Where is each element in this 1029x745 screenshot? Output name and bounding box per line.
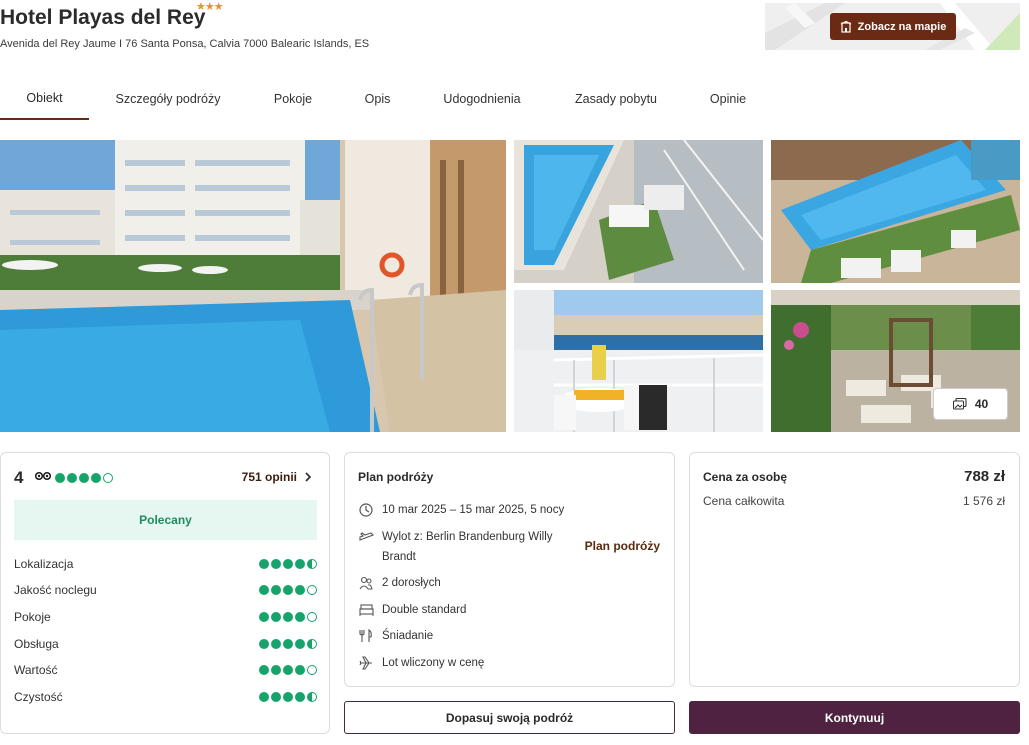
plan-room-row: Double standard xyxy=(358,600,466,620)
criterion-label: Wartość xyxy=(14,663,58,677)
rating-bubble-icon xyxy=(55,473,65,483)
tab-description[interactable]: Opis xyxy=(350,78,405,120)
tab-stay-rules[interactable]: Zasady pobytu xyxy=(560,78,672,120)
map-thumbnail[interactable]: Zobacz na mapie xyxy=(765,3,1020,50)
criterion-label: Jakość noclegu xyxy=(14,583,97,597)
hotel-stars: ★★★ xyxy=(196,1,224,13)
calendar-plane-icon xyxy=(359,503,373,517)
photo-count-label: 40 xyxy=(974,397,989,411)
hotel-header: Hotel Playas del Rey ★★★ Avenida del Rey… xyxy=(0,0,1029,60)
plan-room: Double standard xyxy=(382,604,467,616)
rating-score: 4 xyxy=(14,468,24,487)
criterion-row: Czystość xyxy=(14,687,317,707)
rating-bubble-icon xyxy=(103,473,113,483)
plan-departure-line2: Brandt xyxy=(382,551,416,563)
criterion-row: Wartość xyxy=(14,660,317,680)
travel-plan-link[interactable]: Plan podróży xyxy=(585,539,660,553)
rating-card: 4 751 opinii Polecany Lokalizacja Jakość… xyxy=(0,452,330,734)
cutlery-icon xyxy=(359,629,372,642)
plane-departure-icon xyxy=(358,532,374,541)
plan-board-row: Śniadanie xyxy=(358,626,433,646)
recommended-badge: Polecany xyxy=(14,500,317,540)
criterion-bubbles xyxy=(259,559,317,569)
price-total-label: Cena całkowita xyxy=(703,494,785,508)
pool-aerial-photo-1[interactable] xyxy=(514,140,763,283)
criterion-bubbles xyxy=(259,612,317,622)
continue-button[interactable]: Kontynuuj xyxy=(689,701,1020,734)
reviews-link[interactable]: 751 opinii xyxy=(242,470,311,484)
show-on-map-button[interactable]: Zobacz na mapie xyxy=(830,13,956,40)
photos-icon xyxy=(952,398,967,410)
photo-gallery: 40 xyxy=(0,140,1020,432)
price-per-person-value: 788 zł xyxy=(964,468,1005,485)
all-photos-button[interactable]: 40 xyxy=(933,388,1008,420)
criterion-row: Pokoje xyxy=(14,607,317,627)
plan-dates: 10 mar 2025 – 15 mar 2025, 5 nocy xyxy=(382,504,565,516)
hotel-name: Hotel Playas del Rey xyxy=(0,6,206,29)
guests-icon xyxy=(359,576,373,590)
garden-terrace-photo[interactable]: 40 xyxy=(771,290,1020,432)
criterion-row: Jakość noclegu xyxy=(14,580,317,600)
plan-dates-row: 10 mar 2025 – 15 mar 2025, 5 nocy xyxy=(358,500,564,520)
price-per-person-label: Cena za osobę xyxy=(703,470,788,484)
criterion-label: Lokalizacja xyxy=(14,557,74,571)
travel-plan-title: Plan podróży xyxy=(358,470,434,484)
plan-departure-row: Wylot z: Berlin Brandenburg Willy Brandt xyxy=(358,527,553,567)
show-on-map-label: Zobacz na mapie xyxy=(857,20,947,33)
hotel-building-icon xyxy=(840,20,851,33)
criterion-bubbles xyxy=(259,585,317,595)
plan-flight-row: Lot wliczony w cenę xyxy=(358,653,484,673)
travel-plan-card: Plan podróży Plan podróży 10 mar 2025 – … xyxy=(344,452,675,687)
price-card: Cena za osobę 788 zł Cena całkowita 1 57… xyxy=(689,452,1020,687)
pool-aerial-photo-2[interactable] xyxy=(771,140,1020,283)
hotel-tabs: Obiekt Szczegóły podróży Pokoje Opis Udo… xyxy=(0,78,770,120)
main-hotel-photo[interactable] xyxy=(0,140,506,432)
price-total-value: 1 576 zł xyxy=(962,494,1005,508)
plan-board: Śniadanie xyxy=(382,630,434,642)
plan-departure-line1: Wylot z: Berlin Brandenburg Willy xyxy=(382,531,553,543)
criterion-bubbles xyxy=(259,665,317,675)
plan-guests-row: 2 dorosłych xyxy=(358,573,441,593)
tab-rooms[interactable]: Pokoje xyxy=(260,78,326,120)
plan-flight: Lot wliczony w cenę xyxy=(382,657,485,669)
tripadvisor-icon xyxy=(35,471,51,481)
balcony-sea-view-photo[interactable] xyxy=(514,290,763,432)
reviews-count: 751 opinii xyxy=(241,470,297,484)
tab-obiekt[interactable]: Obiekt xyxy=(0,78,89,120)
criterion-row: Lokalizacja xyxy=(14,554,317,574)
tab-reviews[interactable]: Opinie xyxy=(696,78,760,120)
overall-rating-bubbles xyxy=(55,473,113,483)
tab-travel-details[interactable]: Szczegóły podróży xyxy=(100,78,236,120)
criterion-row: Obsługa xyxy=(14,634,317,654)
criterion-label: Czystość xyxy=(14,690,63,704)
rating-bubble-icon xyxy=(79,473,89,483)
plan-guests: 2 dorosłych xyxy=(382,577,441,589)
customize-trip-button[interactable]: Dopasuj swoją podróż xyxy=(344,701,675,734)
plane-icon xyxy=(359,656,372,670)
criterion-bubbles xyxy=(259,639,317,649)
criterion-label: Pokoje xyxy=(14,610,51,624)
hotel-address: Avenida del Rey Jaume I 76 Santa Ponsa, … xyxy=(0,38,370,50)
criterion-bubbles xyxy=(259,692,317,702)
rating-bubble-icon xyxy=(91,473,101,483)
rating-bubble-icon xyxy=(67,473,77,483)
chevron-right-icon xyxy=(305,472,311,482)
tab-amenities[interactable]: Udogodnienia xyxy=(428,78,536,120)
bed-icon xyxy=(358,604,374,616)
criterion-label: Obsługa xyxy=(14,637,59,651)
